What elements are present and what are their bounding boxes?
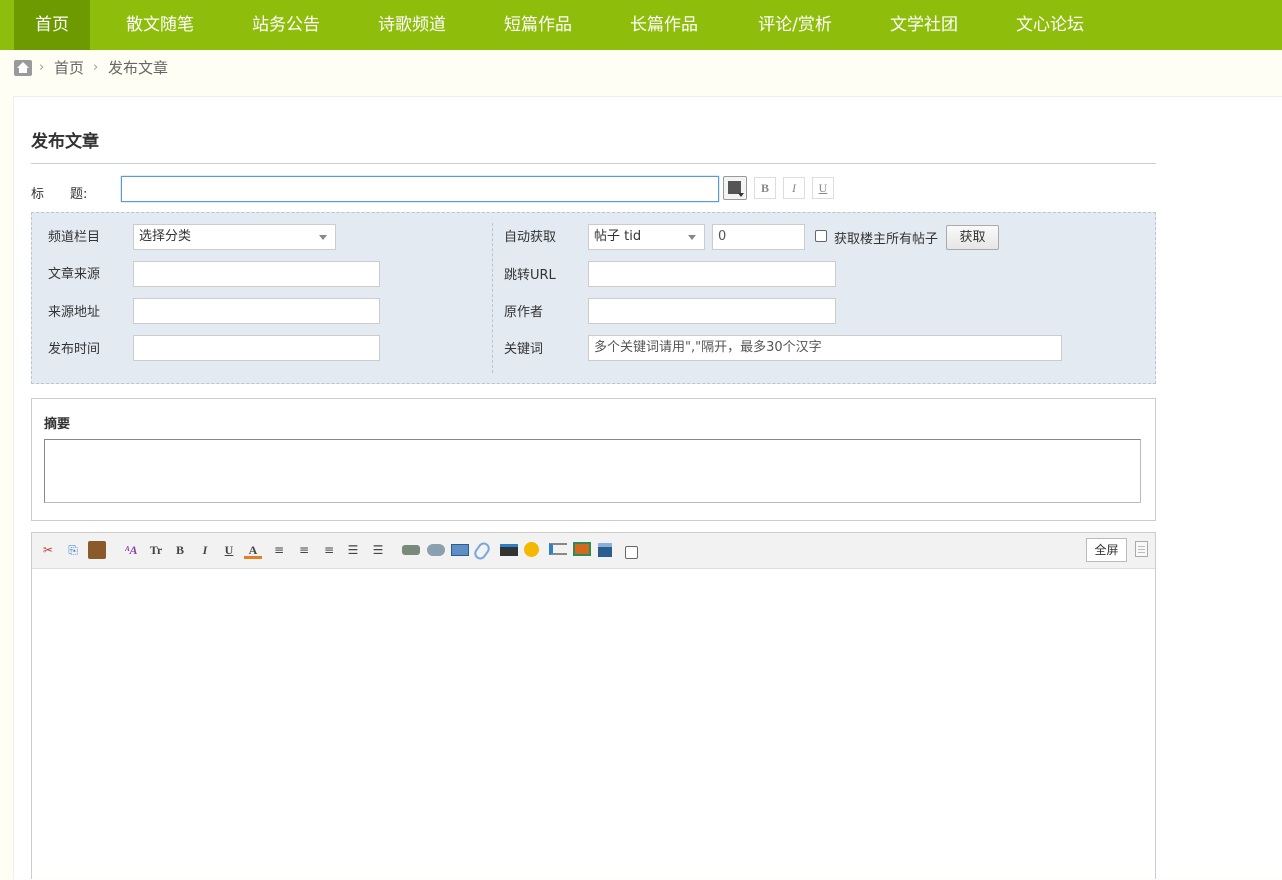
underline-icon[interactable]: U: [220, 541, 238, 559]
nav-item-long-works[interactable]: 长篇作品: [614, 0, 714, 50]
align-center-icon[interactable]: ≡: [295, 541, 313, 559]
source-url-label: 来源地址: [48, 305, 101, 320]
save-icon[interactable]: [598, 543, 612, 557]
fetch-all-checkbox[interactable]: [815, 230, 827, 242]
fullscreen-button[interactable]: 全屏: [1086, 538, 1127, 562]
content-editor: ✂ ⎘ ᴬA Tr B I U A ≡ ≡ ≡ ☰ ☰ 全屏: [31, 532, 1156, 879]
copy-icon[interactable]: ⎘: [64, 541, 82, 559]
channel-label: 频道栏目: [48, 230, 101, 245]
cut-icon[interactable]: ✂: [39, 541, 57, 559]
image-icon[interactable]: [451, 544, 469, 556]
redirect-url-input[interactable]: [588, 261, 836, 287]
breadcrumb: › 首页 › 发布文章: [14, 57, 314, 79]
page-title: 发布文章: [31, 132, 99, 152]
auto-fetch-id-input[interactable]: 0: [712, 224, 805, 250]
publish-panel: 发布文章 标 题: B I U 频道栏目 选择分类 文章来源 来源地址 发布时间…: [13, 96, 1282, 879]
nav-item-poetry[interactable]: 诗歌频道: [362, 0, 462, 50]
font-family-icon[interactable]: ᴬA: [122, 541, 140, 559]
paste-icon[interactable]: [88, 541, 106, 559]
italic-icon[interactable]: I: [196, 541, 214, 559]
summary-label: 摘要: [44, 417, 71, 432]
publish-time-input[interactable]: [133, 335, 380, 361]
source-label: 文章来源: [48, 267, 101, 282]
publish-time-label: 发布时间: [48, 342, 101, 357]
top-nav: 首页 散文随笔 站务公告 诗歌频道 短篇作品 长篇作品 评论/赏析 文学社团 文…: [0, 0, 1282, 50]
unlink-icon[interactable]: [427, 544, 445, 556]
attachment-icon[interactable]: [471, 540, 493, 562]
nav-item-announcements[interactable]: 站务公告: [236, 0, 336, 50]
editor-content-area[interactable]: [32, 569, 1155, 880]
nav-item-home[interactable]: 首页: [14, 0, 90, 50]
divider: [31, 163, 1156, 164]
auto-fetch-type-select[interactable]: 帖子 tid: [588, 224, 705, 250]
bold-icon[interactable]: B: [171, 541, 189, 559]
source-input[interactable]: [133, 261, 380, 287]
summary-box: 摘要: [31, 398, 1156, 521]
align-right-icon[interactable]: ≡: [320, 541, 338, 559]
chevron-right-icon: ›: [93, 60, 99, 75]
video-icon[interactable]: [500, 544, 518, 556]
toolbar-checkbox[interactable]: [625, 546, 638, 559]
summary-textarea[interactable]: [44, 439, 1141, 503]
nav-item-prose[interactable]: 散文随笔: [110, 0, 210, 50]
title-input[interactable]: [121, 176, 719, 202]
chevron-down-icon: [688, 235, 696, 240]
source-url-input[interactable]: [133, 298, 380, 324]
title-underline-button[interactable]: U: [812, 177, 834, 199]
nav-item-short-works[interactable]: 短篇作品: [488, 0, 588, 50]
chevron-down-icon: [319, 235, 327, 240]
fetch-button[interactable]: 获取: [946, 225, 999, 250]
column-divider: [492, 223, 493, 373]
auto-fetch-type-value: 帖子 tid: [594, 229, 642, 244]
home-icon[interactable]: [14, 60, 32, 76]
indent-icon[interactable]: ☰: [369, 541, 387, 559]
nav-item-forum[interactable]: 文心论坛: [1000, 0, 1100, 50]
author-input[interactable]: [588, 298, 836, 324]
title-color-picker[interactable]: [723, 176, 747, 200]
emoji-icon[interactable]: [524, 542, 539, 557]
title-italic-button[interactable]: I: [783, 177, 805, 199]
author-label: 原作者: [504, 305, 544, 320]
breadcrumb-current: 发布文章: [108, 59, 169, 77]
title-bold-button[interactable]: B: [754, 177, 776, 199]
breadcrumb-home-link[interactable]: 首页: [54, 57, 84, 79]
nav-item-reviews[interactable]: 评论/赏析: [740, 0, 850, 50]
keywords-label: 关键词: [504, 342, 544, 357]
chevron-right-icon: ›: [39, 60, 45, 75]
nav-item-literary-clubs[interactable]: 文学社团: [874, 0, 974, 50]
align-left-icon[interactable]: ≡: [270, 541, 288, 559]
title-label: 标 题:: [31, 187, 88, 202]
auto-fetch-label: 自动获取: [504, 230, 557, 245]
source-code-icon[interactable]: [1135, 541, 1148, 557]
keywords-input[interactable]: 多个关键词请用","隔开，最多30个汉字: [588, 335, 1062, 361]
insert-gallery-icon[interactable]: [573, 542, 591, 556]
fetch-all-label: 获取楼主所有帖子: [834, 232, 939, 247]
channel-select-value: 选择分类: [139, 229, 192, 244]
chevron-down-icon: [738, 193, 744, 197]
channel-select[interactable]: 选择分类: [133, 224, 336, 250]
text-color-icon[interactable]: A: [244, 541, 262, 559]
ordered-list-icon[interactable]: ☰: [344, 541, 362, 559]
link-icon[interactable]: [402, 545, 420, 555]
redirect-url-label: 跳转URL: [504, 268, 556, 283]
editor-toolbar: ✂ ⎘ ᴬA Tr B I U A ≡ ≡ ≡ ☰ ☰ 全屏: [32, 533, 1155, 569]
insert-table-icon[interactable]: [549, 543, 567, 555]
article-meta-box: 频道栏目 选择分类 文章来源 来源地址 发布时间 自动获取 帖子 tid 0 获…: [31, 212, 1156, 384]
font-size-icon[interactable]: Tr: [147, 541, 165, 559]
